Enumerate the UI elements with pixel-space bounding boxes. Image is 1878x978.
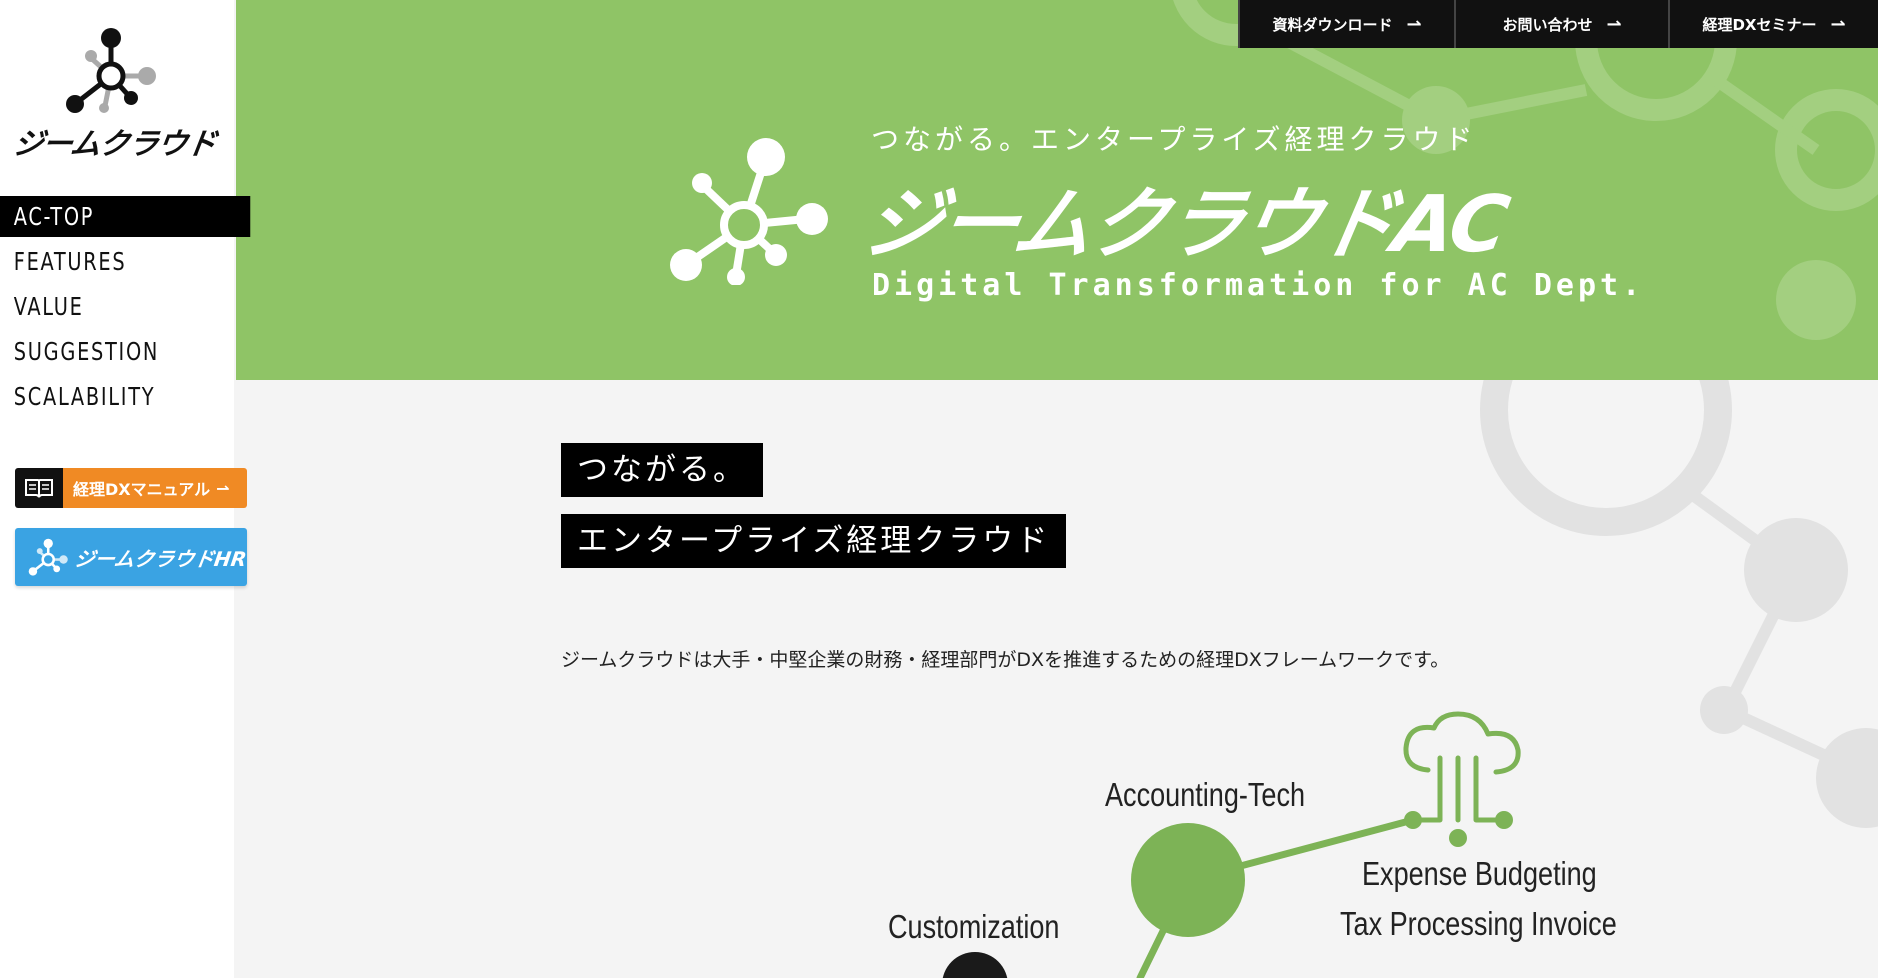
customization-label: Customization — [888, 908, 1060, 945]
nav-item-features[interactable]: FEATURES — [0, 241, 213, 282]
hero-title: ジームクラウドAC — [856, 180, 1514, 270]
heading-line-2: エンタープライズ経理クラウド — [561, 514, 1067, 568]
nav-item-value[interactable]: VALUE — [0, 286, 213, 327]
hero-subtitle: Digital Transformation for AC Dept. — [872, 268, 1645, 303]
book-icon — [15, 468, 63, 508]
download-docs-link[interactable]: 資料ダウンロード ⇀ — [1238, 0, 1454, 48]
nav-item-suggestion[interactable]: SUGGESTION — [0, 331, 213, 372]
nav-item-scalability[interactable]: SCALABILITY — [0, 376, 213, 417]
arrow-right-icon: ⇀ — [1830, 13, 1846, 35]
accounting-tech-label: Accounting-Tech — [1105, 776, 1306, 813]
manual-button[interactable]: 経理DXマニュアル ⇀ — [15, 468, 247, 508]
arrow-right-icon: ⇀ — [216, 478, 230, 498]
brand-logo[interactable]: ジームクラウド — [11, 24, 218, 162]
heading-line-1: つながる。 — [561, 443, 763, 497]
header-links: 資料ダウンロード ⇀ お問い合わせ ⇀ 経理DXセミナー ⇀ — [1238, 0, 1878, 48]
hr-banner-label: ジームクラウドHR — [73, 546, 249, 571]
network-logo-icon — [28, 538, 68, 576]
hero-banner: 資料ダウンロード ⇀ お問い合わせ ⇀ 経理DXセミナー ⇀ つながる。エンター… — [236, 0, 1878, 380]
seminar-link[interactable]: 経理DXセミナー ⇀ — [1668, 0, 1878, 48]
manual-button-label: 経理DXマニュアル — [73, 480, 211, 499]
hr-banner-button[interactable]: ジームクラウドHR — [15, 528, 249, 586]
accounting-tech-node — [1131, 823, 1245, 937]
nav-item-ac-top[interactable]: AC-TOP — [0, 196, 251, 237]
network-logo-icon — [670, 138, 828, 285]
network-logo-icon — [66, 28, 156, 113]
download-docs-label: 資料ダウンロード — [1272, 15, 1393, 34]
arrow-right-icon: ⇀ — [1406, 13, 1422, 35]
hero-tagline: つながる。エンタープライズ経理クラウド — [871, 123, 1477, 156]
sidebar: ジームクラウド AC-TOP FEATURES VALUE SUGGESTION… — [0, 0, 251, 978]
cloud-label-line2: Tax Processing Invoice — [1340, 905, 1617, 942]
arrow-right-icon: ⇀ — [1606, 13, 1622, 35]
side-nav: AC-TOP FEATURES VALUE SUGGESTION SCALABI… — [0, 196, 251, 421]
seminar-label: 経理DXセミナー — [1702, 15, 1817, 34]
contact-label: お問い合わせ — [1502, 15, 1593, 34]
customization-node — [942, 952, 1008, 978]
intro-description: ジームクラウドは大手・中堅企業の財務・経理部門がDXを推進するための経理DXフレ… — [561, 649, 1450, 671]
contact-link[interactable]: お問い合わせ ⇀ — [1454, 0, 1668, 48]
brand-wordmark: ジームクラウド — [11, 127, 219, 162]
cloud-icon — [1403, 711, 1521, 823]
cloud-label-line1: Expense Budgeting — [1362, 855, 1597, 892]
